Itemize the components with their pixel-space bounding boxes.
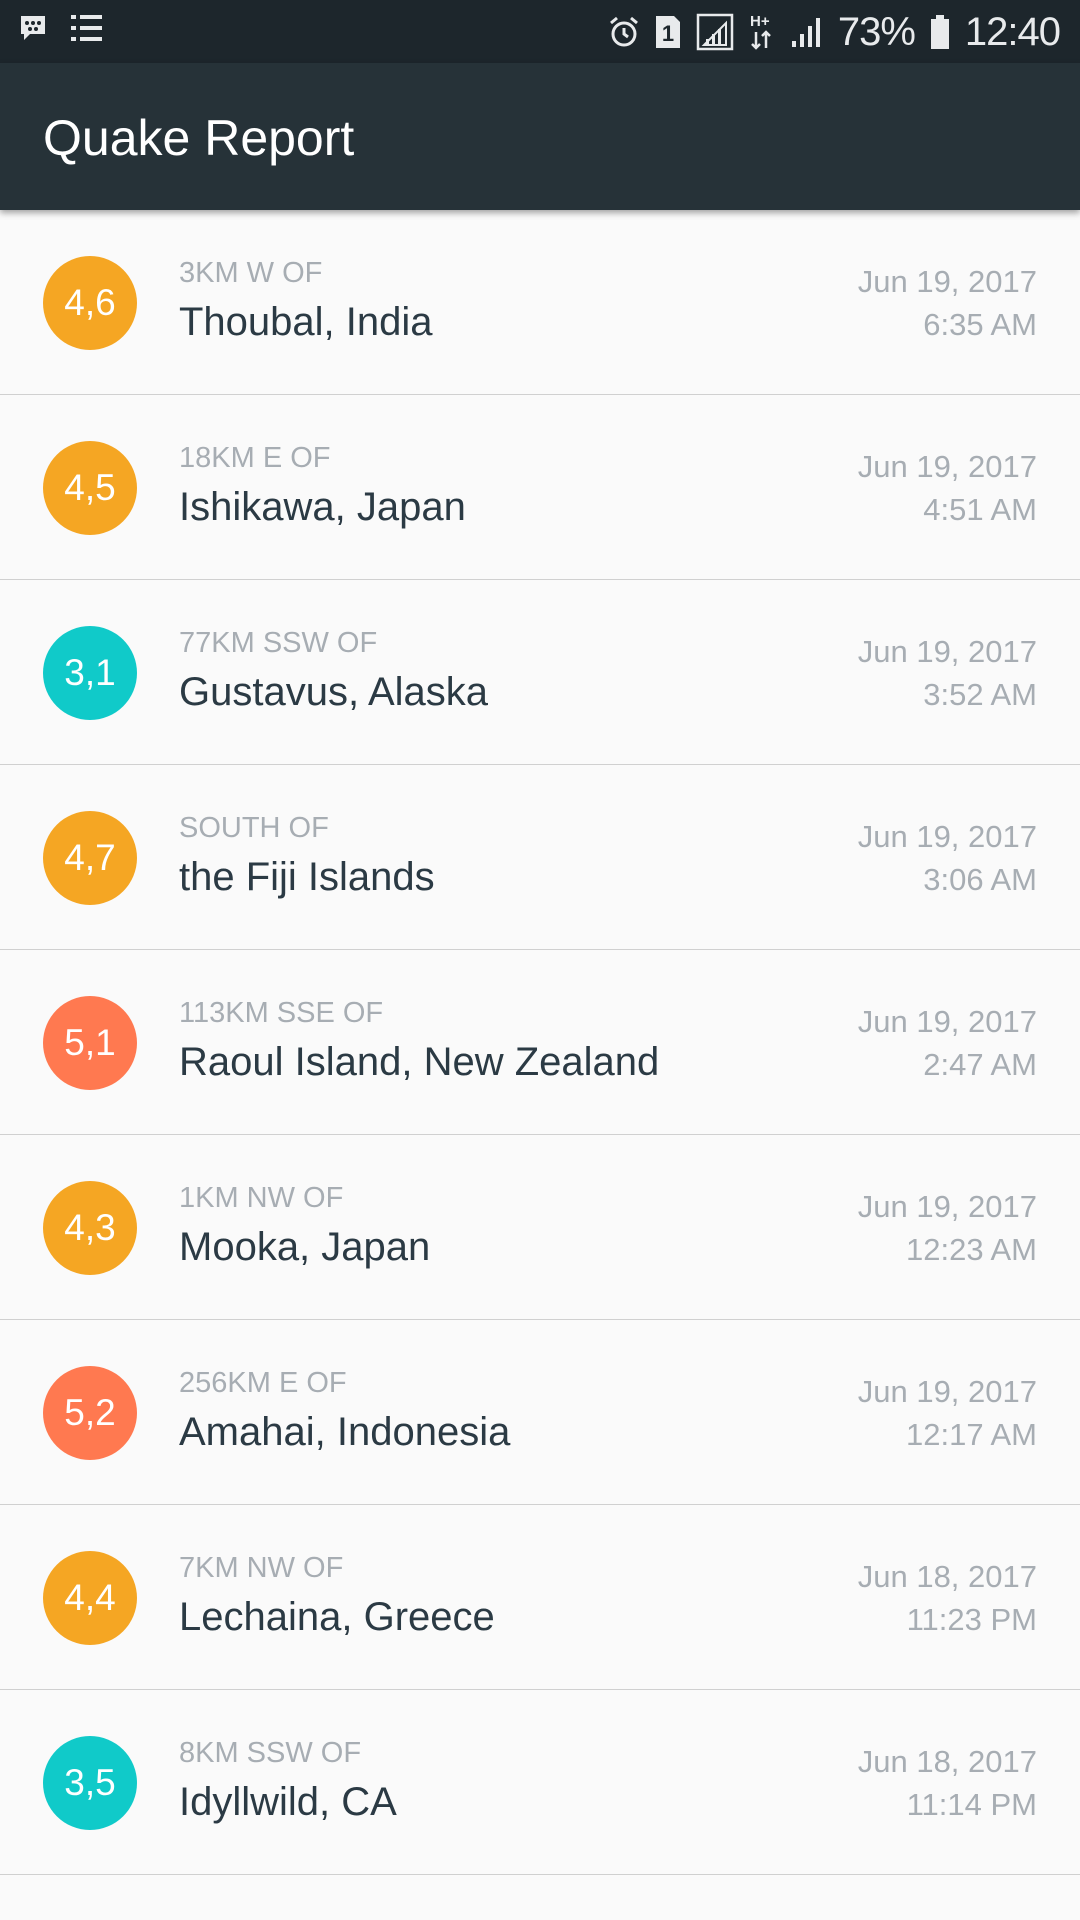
quake-time: 4:51 AM <box>923 492 1037 527</box>
location-offset: 1km NW of <box>179 1182 344 1214</box>
signal-icon <box>790 15 824 49</box>
list-icon <box>70 12 104 44</box>
quake-time: 2:47 AM <box>923 1047 1037 1082</box>
earthquake-list-item[interactable]: 4,4 7km NW of Lechaina, Greece Jun 18, 2… <box>0 1505 1080 1690</box>
primary-location: the Fiji Islands <box>179 855 435 899</box>
alarm-icon <box>608 15 640 49</box>
quake-time: 6:35 AM <box>923 307 1037 342</box>
quake-date: Jun 19, 2017 <box>857 1189 1037 1224</box>
quake-date: Jun 18, 2017 <box>857 1559 1037 1594</box>
battery-icon <box>929 14 951 50</box>
quake-date: Jun 19, 2017 <box>857 819 1037 854</box>
magnitude-circle: 4,6 <box>43 256 137 350</box>
magnitude-circle: 4,7 <box>43 811 137 905</box>
network-type-label: H+ <box>750 13 770 30</box>
sim-icon: 1 <box>654 14 682 50</box>
sim-slot-label: 1 <box>662 21 674 46</box>
quake-time: 11:23 PM <box>906 1602 1037 1637</box>
location-offset: 256km E of <box>179 1367 347 1399</box>
magnitude-circle: 5,2 <box>43 1366 137 1460</box>
earthquake-list[interactable]: 4,6 3km W of Thoubal, India Jun 19, 2017… <box>0 210 1080 1875</box>
primary-location: Idyllwild, CA <box>179 1780 397 1824</box>
earthquake-list-item[interactable]: 3,5 8km SSW of Idyllwild, CA Jun 18, 201… <box>0 1690 1080 1875</box>
earthquake-list-item[interactable]: 4,6 3km W of Thoubal, India Jun 19, 2017… <box>0 210 1080 395</box>
quake-date: Jun 19, 2017 <box>857 1004 1037 1039</box>
location-offset: 18km E of <box>179 442 331 474</box>
magnitude-circle: 3,5 <box>43 1736 137 1830</box>
quake-date: Jun 18, 2017 <box>857 1744 1037 1779</box>
primary-location: Mooka, Japan <box>179 1225 431 1269</box>
quake-time: 12:23 AM <box>906 1232 1037 1267</box>
earthquake-list-item[interactable]: 4,3 1km NW of Mooka, Japan Jun 19, 2017 … <box>0 1135 1080 1320</box>
status-right-icons: 1 H+ 73% 12:40 <box>608 8 1061 56</box>
primary-location: Lechaina, Greece <box>179 1595 495 1639</box>
status-bar: 1 H+ 73% 12:40 <box>0 0 1080 63</box>
quake-time: 3:52 AM <box>923 677 1037 712</box>
bbm-icon <box>18 13 48 43</box>
data-arrows-icon: H+ <box>748 12 776 52</box>
quake-time: 3:06 AM <box>923 862 1037 897</box>
status-left-icons <box>18 12 104 44</box>
location-offset: 3km W of <box>179 257 323 289</box>
status-clock: 12:40 <box>964 9 1061 54</box>
magnitude-circle: 4,3 <box>43 1181 137 1275</box>
quake-date: Jun 19, 2017 <box>857 634 1037 669</box>
earthquake-list-item[interactable]: 3,1 77km SSW of Gustavus, Alaska Jun 19,… <box>0 580 1080 765</box>
app-title: Quake Report <box>43 110 355 166</box>
magnitude-circle: 4,5 <box>43 441 137 535</box>
battery-percent: 73% <box>837 9 916 54</box>
quake-date: Jun 19, 2017 <box>857 449 1037 484</box>
primary-location: Amahai, Indonesia <box>179 1410 511 1454</box>
location-offset: 8km SSW of <box>179 1737 362 1769</box>
signal-box-icon <box>696 13 734 51</box>
magnitude-circle: 3,1 <box>43 626 137 720</box>
primary-location: Thoubal, India <box>179 300 433 344</box>
primary-location: Ishikawa, Japan <box>179 485 466 529</box>
quake-time: 12:17 AM <box>906 1417 1037 1452</box>
magnitude-circle: 4,4 <box>43 1551 137 1645</box>
primary-location: Gustavus, Alaska <box>179 670 489 714</box>
location-offset: 77km SSW of <box>179 627 378 659</box>
quake-date: Jun 19, 2017 <box>857 264 1037 299</box>
location-offset: South of <box>179 812 329 844</box>
earthquake-list-item[interactable]: 5,2 256km E of Amahai, Indonesia Jun 19,… <box>0 1320 1080 1505</box>
quake-time: 11:14 PM <box>906 1787 1037 1822</box>
primary-location: Raoul Island, New Zealand <box>179 1040 660 1084</box>
quake-date: Jun 19, 2017 <box>857 1374 1037 1409</box>
location-offset: 7km NW of <box>179 1552 344 1584</box>
earthquake-list-item[interactable]: 4,7 South of the Fiji Islands Jun 19, 20… <box>0 765 1080 950</box>
magnitude-circle: 5,1 <box>43 996 137 1090</box>
earthquake-list-item[interactable]: 5,1 113km SSE of Raoul Island, New Zeala… <box>0 950 1080 1135</box>
earthquake-list-item[interactable]: 4,5 18km E of Ishikawa, Japan Jun 19, 20… <box>0 395 1080 580</box>
location-offset: 113km SSE of <box>179 997 384 1029</box>
app-bar: Quake Report <box>0 63 1080 210</box>
